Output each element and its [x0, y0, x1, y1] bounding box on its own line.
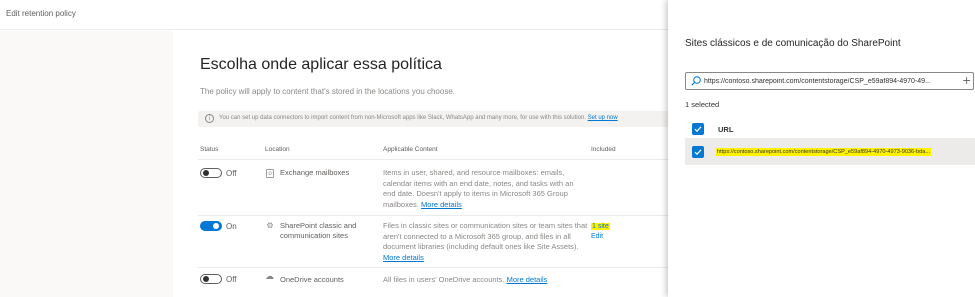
page-title: Escolha onde aplicar essa política: [200, 56, 442, 73]
toggle-knob: [213, 223, 219, 229]
checkmark-icon: [694, 149, 702, 156]
main-content: Escolha onde aplicar essa política The p…: [173, 31, 678, 297]
site-url: https://contoso.sharepoint.com/contentst…: [716, 148, 932, 156]
column-header-content: Applicable Content: [383, 146, 438, 153]
row-divider: [198, 267, 668, 268]
location-exchange: Exchange mailboxes: [280, 168, 350, 177]
page-header-title: Edit retention policy: [6, 9, 76, 18]
table-row[interactable]: https://contoso.sharepoint.com/contentst…: [685, 138, 975, 165]
onedrive-toggle[interactable]: [200, 274, 222, 284]
row-checkbox[interactable]: [692, 146, 704, 158]
sites-flyout-panel: Sites clássicos e de comunicação do Shar…: [668, 0, 975, 297]
sharepoint-toggle[interactable]: [200, 221, 222, 231]
checkmark-icon: [694, 126, 702, 133]
sharepoint-toggle-label: On: [226, 222, 237, 231]
onedrive-toggle-label: Off: [226, 275, 237, 284]
select-all-checkbox[interactable]: [692, 123, 704, 135]
column-header-included: Included: [591, 146, 616, 153]
column-header-status: Status: [200, 146, 219, 153]
content-exchange: Items in user, shared, and resource mail…: [383, 168, 574, 209]
exchange-toggle-label: Off: [226, 169, 237, 178]
content-sharepoint: Files in classic sites or communication …: [383, 221, 588, 262]
edit-sites-link[interactable]: Edit: [591, 232, 610, 242]
toggle-knob: [203, 170, 209, 176]
sharepoint-icon: ⚙: [266, 221, 274, 230]
more-details-link[interactable]: More details: [421, 200, 462, 209]
panel-title: Sites clássicos e de comunicação do Shar…: [685, 38, 901, 49]
column-header-url: URL: [718, 125, 734, 134]
selected-count: 1 selected: [685, 100, 720, 109]
included-sharepoint: 1 site Edit: [591, 222, 610, 242]
page-description: The policy will apply to content that's …: [200, 87, 456, 96]
location-onedrive: OneDrive accounts: [280, 275, 344, 284]
info-icon: i: [205, 114, 214, 123]
set-up-now-link[interactable]: Set up now: [588, 115, 618, 121]
info-text: You can set up data connectors to import…: [219, 115, 618, 121]
add-icon[interactable]: +: [962, 74, 971, 88]
search-input[interactable]: [704, 76, 954, 87]
more-details-link[interactable]: More details: [383, 253, 424, 262]
info-banner: i You can set up data connectors to impo…: [198, 111, 678, 127]
more-details-link[interactable]: More details: [507, 275, 548, 284]
location-sharepoint: SharePoint classic and communication sit…: [280, 221, 357, 240]
exchange-toggle[interactable]: [200, 168, 222, 178]
included-sites-link[interactable]: 1 site: [591, 223, 610, 230]
search-icon: [691, 76, 701, 86]
left-gutter: [0, 31, 173, 297]
cloud-icon: ☁: [265, 272, 274, 282]
toggle-knob: [203, 276, 209, 282]
exchange-icon: o: [266, 169, 274, 178]
search-box[interactable]: +: [685, 72, 974, 90]
content-onedrive: All files in users' OneDrive accounts. M…: [383, 275, 548, 284]
column-header-location: Location: [265, 146, 290, 153]
row-divider: [198, 159, 668, 160]
row-divider: [198, 215, 668, 216]
